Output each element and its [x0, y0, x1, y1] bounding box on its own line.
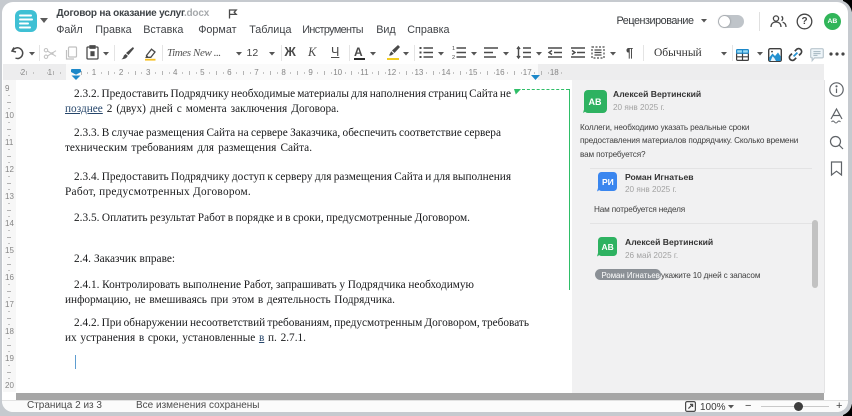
- svg-text:1: 1: [452, 46, 455, 52]
- svg-text:2: 2: [452, 55, 455, 61]
